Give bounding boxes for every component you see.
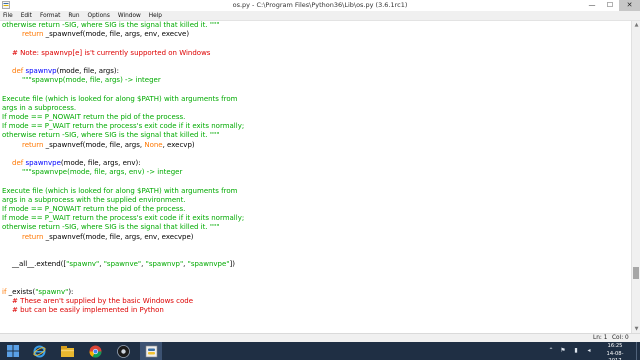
code-editor[interactable]: otherwise return -SIG, where SIG is the … — [0, 21, 631, 333]
clock-time: 16:25 — [607, 343, 623, 349]
scroll-down-arrow-icon[interactable]: ▼ — [632, 325, 640, 333]
code-line[interactable]: Execute file (which is looked for along … — [2, 187, 237, 196]
code-line[interactable]: args in a subprocess. — [2, 104, 76, 113]
code-line[interactable]: If mode == P_WAIT return the process's e… — [2, 214, 244, 223]
menu-help[interactable]: Help — [149, 11, 162, 21]
minimize-button[interactable]: — — [583, 0, 601, 11]
column-number: Col: 0 — [612, 335, 629, 341]
close-button[interactable]: ✕ — [619, 0, 640, 11]
code-line[interactable]: If mode == P_NOWAIT return the pid of th… — [2, 205, 185, 214]
chrome-icon[interactable] — [84, 342, 106, 360]
menu-options[interactable]: Options — [88, 11, 110, 21]
menu-format[interactable]: Format — [40, 11, 60, 21]
flag-icon[interactable]: ⚑ — [558, 346, 568, 356]
code-line[interactable]: If mode == P_WAIT return the process's e… — [2, 122, 244, 131]
start-icon[interactable] — [2, 342, 24, 360]
code-line[interactable]: return _spawnvef(mode, file, args, env, … — [22, 30, 189, 39]
media-icon[interactable] — [112, 342, 134, 360]
taskbar: ⌃ ⚑ ▮ ◂ 16:25 14-08-2017 — [0, 342, 640, 360]
python-idle-icon[interactable] — [140, 342, 162, 360]
file-explorer-icon[interactable] — [56, 342, 78, 360]
line-number: Ln: 1 — [593, 335, 608, 341]
code-line[interactable]: def spawnvp(mode, file, args): — [12, 67, 119, 76]
code-line[interactable]: return _spawnvef(mode, file, args, env, … — [22, 233, 194, 242]
scroll-thumb[interactable] — [633, 267, 639, 279]
volume-icon[interactable]: ◂ — [584, 346, 594, 356]
code-line[interactable]: otherwise return -SIG, where SIG is the … — [2, 223, 219, 232]
code-line[interactable]: if _exists("spawnv"): — [2, 288, 73, 297]
menu-file[interactable]: File — [3, 11, 13, 21]
code-line[interactable]: Execute file (which is looked for along … — [2, 95, 237, 104]
window-title: os.py - C:\Program Files\Python36\Lib\os… — [232, 1, 408, 9]
clock-date: 14-08-2017 — [606, 350, 624, 360]
menu-edit[interactable]: Edit — [21, 11, 32, 21]
code-line[interactable]: __all__.extend(["spawnv", "spawnve", "sp… — [12, 260, 235, 269]
title-bar: os.py - C:\Program Files\Python36\Lib\os… — [0, 0, 640, 11]
code-line[interactable]: # but can be easily implemented in Pytho… — [12, 306, 164, 315]
code-line[interactable]: return _spawnvef(mode, file, args, None,… — [22, 141, 195, 150]
maximize-button[interactable]: ☐ — [601, 0, 619, 11]
tray-chevron-icon[interactable]: ⌃ — [546, 346, 556, 356]
vertical-scrollbar[interactable]: ▲ ▼ — [631, 21, 640, 333]
ie-icon[interactable] — [28, 342, 50, 360]
code-line[interactable]: # These aren't supplied by the basic Win… — [12, 297, 193, 306]
show-desktop-button[interactable] — [636, 342, 640, 360]
code-line[interactable]: def spawnvpe(mode, file, args, env): — [12, 159, 141, 168]
menu-run[interactable]: Run — [68, 11, 79, 21]
status-bar: Ln: 1 Col: 0 — [0, 333, 640, 342]
scroll-up-arrow-icon[interactable]: ▲ — [632, 21, 640, 29]
code-line[interactable]: # Note: spawnvp[e] is't currently suppor… — [12, 49, 210, 58]
code-line[interactable]: otherwise return -SIG, where SIG is the … — [2, 21, 219, 30]
code-line[interactable]: If mode == P_NOWAIT return the pid of th… — [2, 113, 185, 122]
code-line[interactable]: """spawnvpe(mode, file, args, env) -> in… — [22, 168, 182, 177]
code-line[interactable]: """spawnvp(mode, file, args) -> integer — [22, 76, 161, 85]
menu-bar: File Edit Format Run Options Window Help — [0, 11, 640, 21]
network-icon[interactable]: ▮ — [571, 346, 581, 356]
menu-window[interactable]: Window — [118, 11, 141, 21]
code-line[interactable]: otherwise return -SIG, where SIG is the … — [2, 131, 219, 140]
code-line[interactable]: args in a subprocess with the supplied e… — [2, 196, 186, 205]
clock[interactable]: 16:25 14-08-2017 — [600, 343, 630, 360]
